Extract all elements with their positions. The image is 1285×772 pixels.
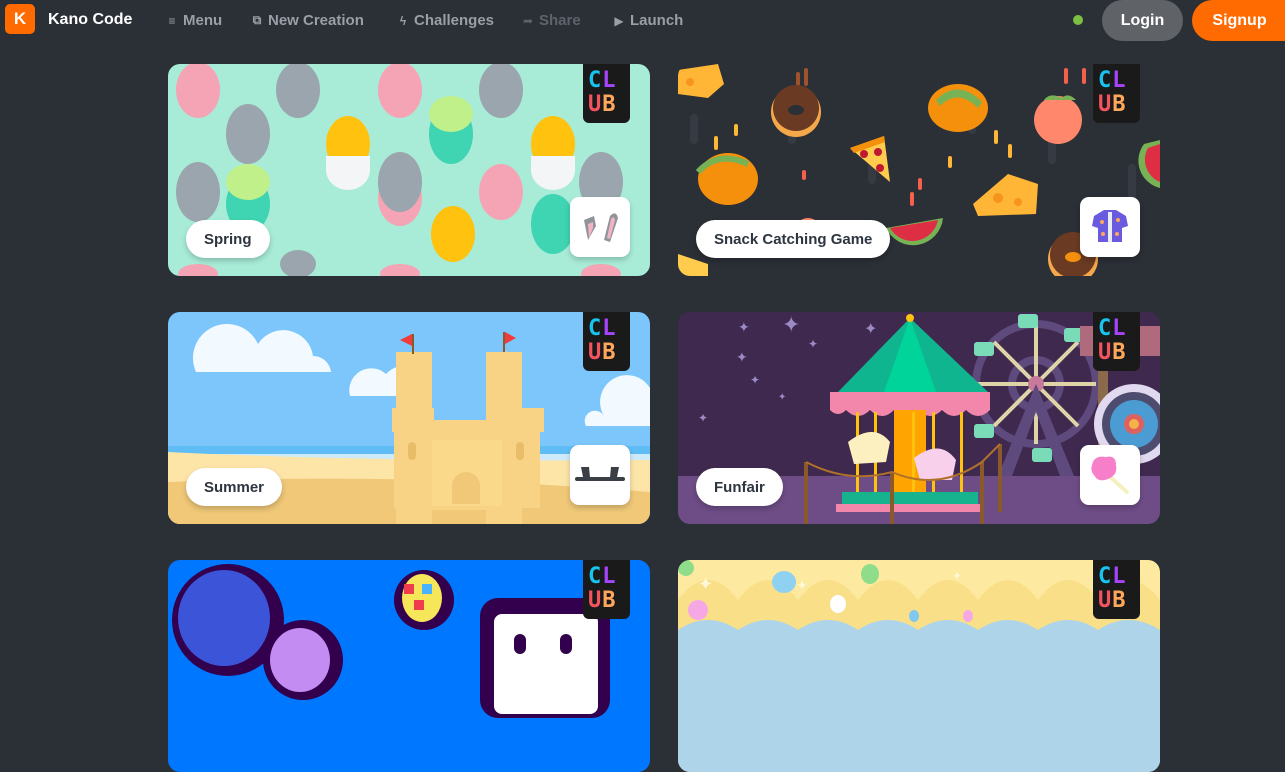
svg-text:✦: ✦ <box>750 373 760 387</box>
svg-text:✦: ✦ <box>952 569 962 583</box>
sunglasses-icon <box>575 467 625 481</box>
nav-share[interactable]: ➦ Share <box>523 12 581 29</box>
club-letter-c: C <box>1098 316 1113 341</box>
nav-menu-label: Menu <box>183 12 223 29</box>
club-letter-c: C <box>1098 68 1113 93</box>
club-letter-c: C <box>588 316 603 341</box>
menu-icon: ≡ <box>168 13 176 28</box>
club-letter-l: L <box>1112 316 1127 341</box>
club-letter-u: U <box>1098 92 1113 117</box>
club-letter-l: L <box>602 316 617 341</box>
club-letter-b: B <box>1112 340 1127 365</box>
club-badge: CL UB <box>583 560 630 619</box>
svg-text:✦: ✦ <box>864 321 877 338</box>
club-letter-u: U <box>1098 588 1113 613</box>
nav-new-creation-label: New Creation <box>268 12 364 29</box>
club-badge: CL UB <box>583 312 630 371</box>
connection-status-dot <box>1073 15 1083 25</box>
card-5-background-illustration <box>168 560 650 772</box>
club-letter-l: L <box>1112 564 1127 589</box>
challenge-card-5[interactable]: CL UB <box>168 560 650 772</box>
nav-challenges-label: Challenges <box>414 12 495 29</box>
card-title: Summer <box>186 468 283 506</box>
nav-launch[interactable]: ▶ Launch <box>614 12 683 29</box>
club-letter-b: B <box>602 588 617 613</box>
reward-item-box <box>1080 197 1140 257</box>
lightning-icon: ϟ <box>399 13 407 28</box>
club-badge: CL UB <box>583 64 630 123</box>
card-title: Funfair <box>696 468 783 506</box>
club-letter-c: C <box>588 68 603 93</box>
svg-text:✦: ✦ <box>738 319 750 335</box>
nav-new-creation[interactable]: ⧉ New Creation <box>252 12 364 29</box>
nav-launch-label: Launch <box>630 12 684 29</box>
svg-text:✦: ✦ <box>808 337 818 351</box>
club-letter-b: B <box>1112 92 1127 117</box>
launch-play-icon: ▶ <box>614 13 624 28</box>
nav-menu[interactable]: ≡ Menu <box>167 12 222 29</box>
card-6-background-illustration: ✦✦✦✦✦ <box>678 560 1160 772</box>
club-letter-b: B <box>1112 588 1127 613</box>
nav-share-label: Share <box>539 12 581 29</box>
club-letter-l: L <box>602 68 617 93</box>
kano-logo-icon[interactable]: K <box>5 4 35 34</box>
club-letter-c: C <box>588 564 603 589</box>
card-title: Spring <box>186 220 270 258</box>
club-letter-b: B <box>602 92 617 117</box>
club-letter-u: U <box>588 588 603 613</box>
club-letter-l: L <box>1112 68 1127 93</box>
club-badge: CL UB <box>1093 312 1140 371</box>
new-creation-icon: ⧉ <box>252 13 262 27</box>
svg-text:✦: ✦ <box>778 392 786 403</box>
challenge-card-snack-catching-game[interactable]: CL UB Snack Catching Game <box>678 64 1160 276</box>
club-badge: CL UB <box>1093 560 1140 619</box>
reward-item-box <box>570 445 630 505</box>
hawaiian-shirt-icon <box>1092 210 1128 242</box>
cotton-candy-icon <box>1091 456 1130 495</box>
club-letter-u: U <box>588 340 603 365</box>
challenge-card-spring[interactable]: CL UB Spring <box>168 64 650 276</box>
reward-item-box <box>1080 445 1140 505</box>
login-button[interactable]: Login <box>1102 0 1183 41</box>
app-title: Kano Code <box>48 11 133 28</box>
reward-item-box <box>570 197 630 257</box>
signup-button[interactable]: Signup <box>1192 0 1285 41</box>
svg-text:✦: ✦ <box>698 574 713 594</box>
challenge-card-summer[interactable]: CL UB Summer <box>168 312 650 524</box>
svg-text:✦: ✦ <box>782 312 800 337</box>
top-navigation-bar: K Kano Code ≡ Menu ⧉ New Creation ϟ Chal… <box>0 0 1285 42</box>
svg-text:✦: ✦ <box>698 411 708 425</box>
club-badge: CL UB <box>1093 64 1140 123</box>
club-letter-u: U <box>588 92 603 117</box>
share-arrow-icon: ➦ <box>523 13 534 28</box>
club-letter-u: U <box>1098 340 1113 365</box>
club-letter-c: C <box>1098 564 1113 589</box>
svg-text:✦: ✦ <box>796 577 808 593</box>
challenge-card-funfair[interactable]: ✦ ✦ ✦ ✦ ✦ ✦ ✦ ✦ CL UB Funfair <box>678 312 1160 524</box>
nav-challenges[interactable]: ϟ Challenges <box>398 12 494 29</box>
club-letter-b: B <box>602 340 617 365</box>
bunny-ears-icon <box>584 213 618 242</box>
card-title: Snack Catching Game <box>696 220 891 258</box>
svg-text:✦: ✦ <box>736 349 748 365</box>
club-letter-l: L <box>602 564 617 589</box>
challenge-card-6[interactable]: ✦✦✦✦✦ CL UB <box>678 560 1160 772</box>
